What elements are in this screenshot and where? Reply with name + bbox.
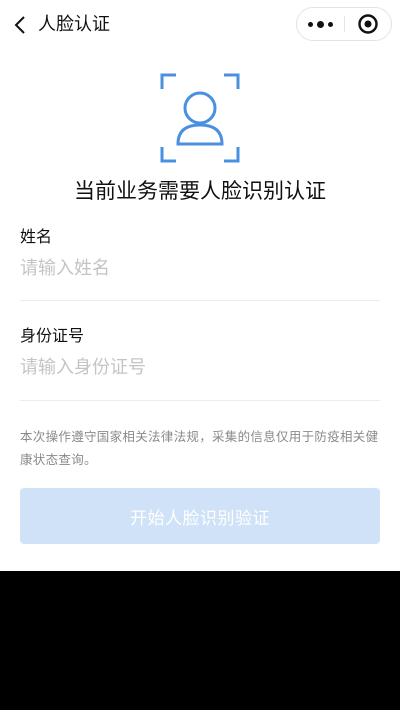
name-label: 姓名 <box>20 227 53 246</box>
more-button[interactable] <box>297 8 344 40</box>
id-number-label: 身份证号 <box>20 326 85 345</box>
headline: 当前业务需要人脸识别认证 <box>74 179 326 203</box>
start-face-verification-button[interactable]: 开始人脸识别验证 <box>20 488 380 544</box>
id-number-input[interactable] <box>20 351 380 383</box>
back-button[interactable] <box>8 12 32 38</box>
face-scan-icon <box>160 73 240 163</box>
target-close-icon <box>358 14 378 34</box>
more-dots-icon <box>308 20 333 28</box>
privacy-notice: 本次操作遵守国家相关法律法规，采集的信息仅用于防疫相关健康状态查询。 <box>20 429 379 467</box>
page-title: 人脸认证 <box>38 14 110 35</box>
name-input[interactable] <box>20 252 380 284</box>
close-miniprogram-button[interactable] <box>345 8 391 40</box>
navbar: 人脸认证 <box>0 0 400 50</box>
app-screen: 人脸认证 当前业务需要人脸识别认证 姓名 请输入姓名 身份证号 请输入身份证号 … <box>0 0 400 571</box>
chevron-left-icon <box>14 16 25 34</box>
capsule-menu <box>296 7 392 41</box>
id-number-divider <box>20 400 380 401</box>
name-divider <box>20 300 380 301</box>
